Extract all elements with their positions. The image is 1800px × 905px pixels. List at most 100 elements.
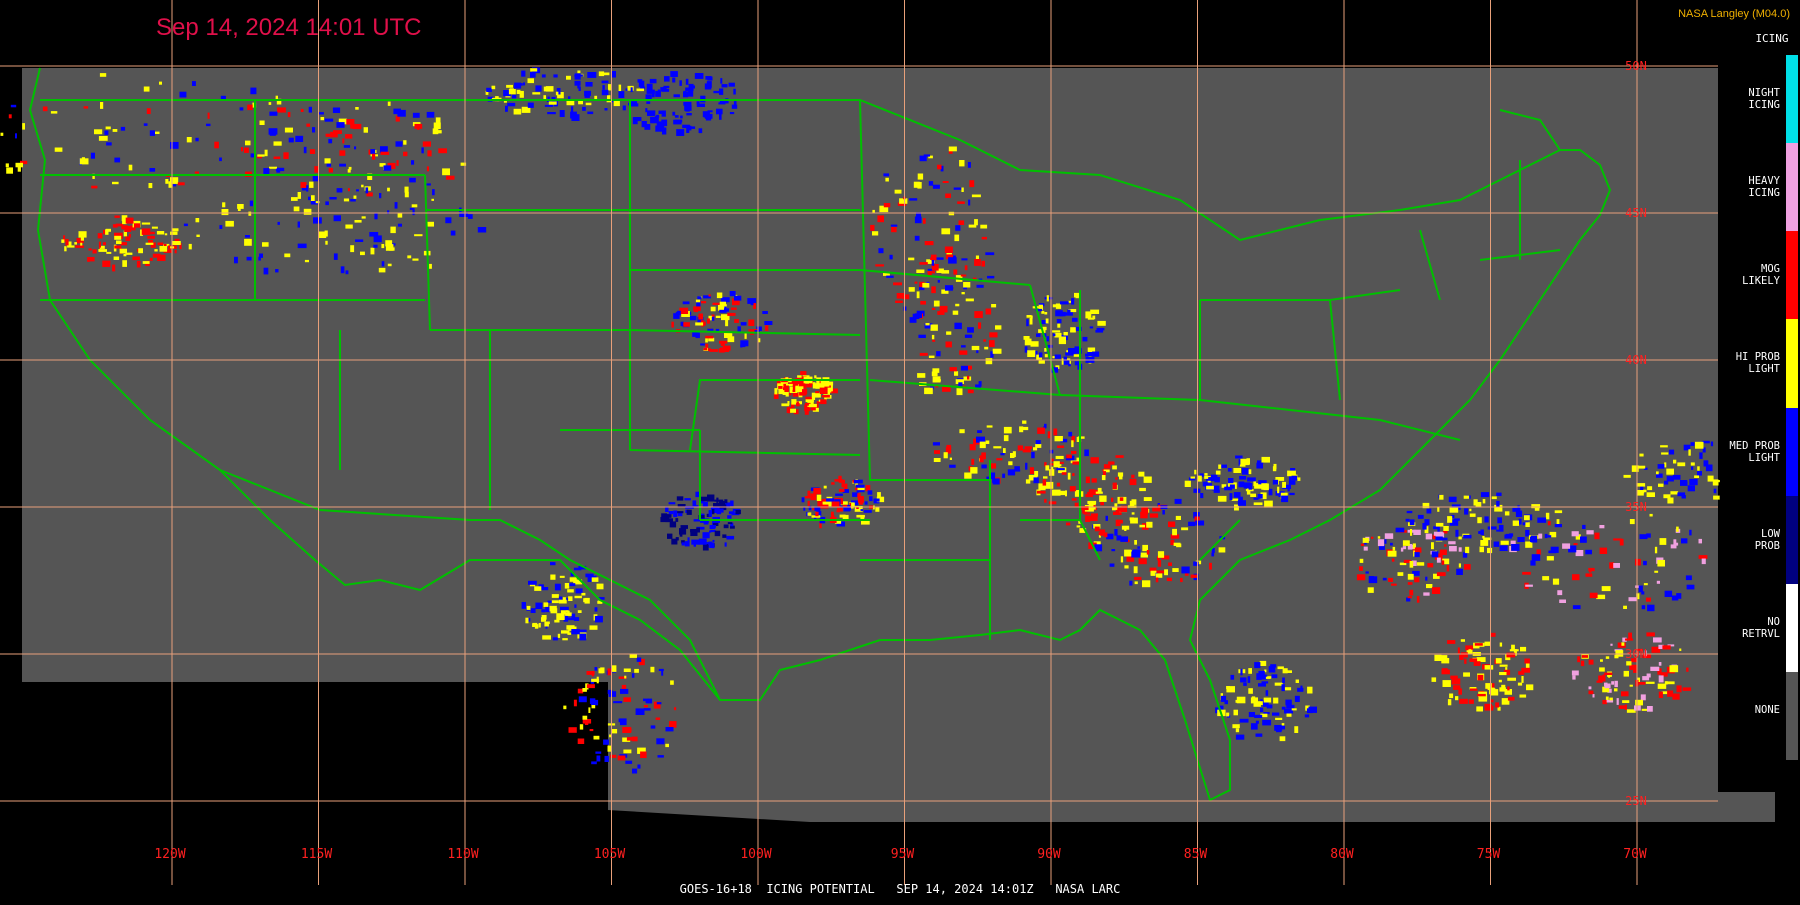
icing-patch: [1495, 658, 1502, 664]
icing-patch: [577, 738, 585, 744]
icing-patch: [1642, 676, 1650, 681]
icing-patch: [650, 116, 659, 124]
icing-patch: [1266, 704, 1273, 709]
icing-patch: [953, 269, 958, 275]
icing-patch: [1395, 527, 1405, 533]
icing-patch: [1686, 584, 1695, 590]
icing-patch: [99, 73, 107, 77]
icing-patch: [1511, 644, 1515, 650]
icing-patch: [878, 248, 884, 254]
icing-patch: [1195, 520, 1205, 526]
icing-patch: [1687, 485, 1695, 492]
icing-patch: [914, 281, 918, 284]
icing-patch: [433, 122, 441, 130]
icing-patch: [404, 191, 409, 198]
icing-patch: [1496, 492, 1502, 496]
icing-patch: [1180, 577, 1183, 583]
icing-patch: [297, 192, 301, 199]
icing-patch: [1003, 448, 1006, 453]
icing-patch: [1499, 672, 1507, 676]
icing-patch: [320, 117, 325, 121]
icing-patch: [535, 602, 543, 609]
icing-patch: [112, 264, 116, 272]
icing-patch: [722, 534, 727, 538]
legend-colorbar: [1786, 55, 1798, 760]
icing-patch: [1639, 490, 1645, 494]
icing-patch: [1120, 536, 1128, 542]
lat-label: 50N: [1625, 59, 1647, 73]
icing-patch: [1499, 687, 1506, 692]
icing-patch: [1282, 481, 1286, 488]
icing-patch: [1100, 502, 1104, 506]
icing-patch: [1495, 702, 1500, 708]
icing-patch: [684, 498, 691, 501]
icing-patch: [819, 387, 828, 394]
icing-patch: [1164, 569, 1168, 576]
icing-patch: [172, 241, 181, 245]
icing-patch: [645, 699, 650, 704]
icing-patch: [1112, 482, 1117, 490]
icing-patch: [1431, 551, 1439, 558]
icing-patch: [373, 244, 378, 248]
legend-title: ICING: [1755, 32, 1789, 45]
lat-label: 30N: [1625, 647, 1647, 661]
icing-patch: [1248, 469, 1252, 475]
icing-patch: [1256, 462, 1263, 469]
icing-patch: [1209, 562, 1212, 570]
icing-patch: [577, 688, 584, 694]
icing-patch: [1045, 318, 1049, 324]
icing-patch: [1190, 476, 1195, 479]
icing-patch: [1530, 536, 1533, 543]
legend-label: MED PROB LIGHT: [1729, 439, 1780, 464]
icing-patch: [703, 347, 708, 351]
icing-patch: [1367, 587, 1374, 593]
icing-patch: [75, 245, 84, 248]
icing-patch: [1129, 478, 1137, 486]
icing-patch: [245, 235, 250, 238]
icing-patch: [1426, 508, 1432, 514]
icing-patch: [711, 316, 715, 321]
icing-patch: [1537, 517, 1547, 523]
icing-patch: [301, 188, 308, 191]
icing-patch: [963, 282, 971, 288]
icing-patch: [61, 239, 65, 243]
icing-patch: [1580, 660, 1585, 667]
icing-patch: [1649, 513, 1653, 517]
icing-patch: [1002, 473, 1006, 478]
icing-patch: [1407, 596, 1412, 599]
icing-patch: [543, 95, 546, 100]
icing-patch: [532, 92, 541, 95]
icing-patch: [355, 107, 359, 110]
icing-patch: [863, 510, 872, 513]
icing-patch: [1580, 536, 1587, 543]
icing-patch: [414, 234, 423, 237]
icing-patch: [593, 735, 600, 740]
icing-patch: [1476, 706, 1483, 712]
lon-label: 120W: [154, 847, 185, 862]
icing-patch: [1277, 666, 1284, 670]
icing-patch: [601, 80, 609, 84]
icing-patch: [325, 201, 329, 206]
icing-patch: [834, 479, 843, 482]
icing-patch: [105, 229, 109, 235]
lon-label: 115W: [301, 847, 332, 862]
icing-patch: [687, 537, 690, 542]
icing-patch: [607, 668, 611, 676]
icing-patch: [1039, 486, 1046, 489]
icing-patch: [1573, 543, 1578, 546]
icing-patch: [138, 248, 143, 254]
icing-patch: [1666, 681, 1675, 685]
icing-patch: [672, 111, 676, 116]
icing-patch: [1447, 640, 1456, 644]
icing-patch: [705, 338, 708, 343]
icing-patch: [932, 339, 936, 342]
icing-patch: [611, 71, 616, 78]
icing-patch: [656, 738, 665, 745]
icing-patch: [1602, 699, 1607, 705]
icing-patch: [1024, 338, 1032, 346]
icing-patch: [244, 238, 252, 246]
icing-patch: [1239, 718, 1249, 723]
icing-patch: [136, 261, 141, 268]
icing-patch: [237, 207, 241, 211]
icing-patch: [1000, 453, 1005, 456]
